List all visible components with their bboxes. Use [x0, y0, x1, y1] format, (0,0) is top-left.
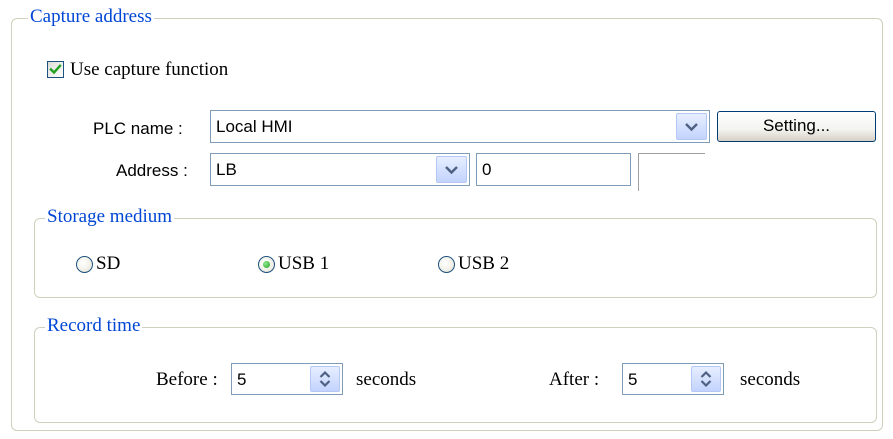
- address-device-value: LB: [216, 160, 237, 179]
- setting-button[interactable]: Setting...: [717, 111, 876, 142]
- up-down-arrows-icon: [319, 370, 331, 388]
- chevron-down-icon: [685, 123, 698, 132]
- radio-usb1-label: USB 1: [278, 253, 330, 274]
- plc-name-dropdown[interactable]: Local HMI: [210, 110, 710, 143]
- after-unit: seconds: [740, 369, 801, 390]
- radio-selected-dot: [263, 261, 270, 268]
- chevron-down-icon: [445, 166, 458, 175]
- address-extra-field: [638, 153, 705, 191]
- up-down-arrows-icon: [700, 370, 712, 388]
- plc-name-value: Local HMI: [216, 117, 293, 136]
- before-unit: seconds: [356, 369, 417, 390]
- storage-medium-title: Storage medium: [45, 206, 175, 228]
- address-value-input[interactable]: 0: [476, 153, 631, 186]
- use-capture-label: Use capture function: [70, 59, 229, 80]
- plc-name-label: PLC name :: [93, 119, 183, 138]
- radio-usb2[interactable]: [438, 256, 455, 273]
- use-capture-checkbox[interactable]: [47, 61, 64, 78]
- address-value: 0: [482, 160, 492, 179]
- before-spin-button[interactable]: [310, 366, 340, 392]
- before-label: Before :: [156, 369, 218, 390]
- checkmark-icon: [49, 64, 62, 75]
- record-time-title: Record time: [45, 315, 143, 337]
- after-spin-button[interactable]: [691, 366, 721, 392]
- radio-sd-label: SD: [96, 253, 121, 274]
- storage-medium-group: [34, 218, 877, 298]
- radio-usb1[interactable]: [258, 256, 275, 273]
- before-spinner[interactable]: 5: [231, 363, 343, 395]
- after-value: 5: [628, 370, 638, 389]
- address-label: Address :: [116, 161, 188, 180]
- after-spinner[interactable]: 5: [622, 363, 724, 395]
- plc-dropdown-button[interactable]: [676, 113, 707, 140]
- address-device-dropdown[interactable]: LB: [210, 153, 470, 186]
- before-value: 5: [237, 370, 247, 389]
- address-dropdown-button[interactable]: [436, 156, 467, 183]
- capture-address-title: Capture address: [28, 6, 154, 28]
- radio-usb2-label: USB 2: [458, 253, 510, 274]
- after-label: After :: [549, 369, 600, 390]
- radio-sd[interactable]: [76, 256, 93, 273]
